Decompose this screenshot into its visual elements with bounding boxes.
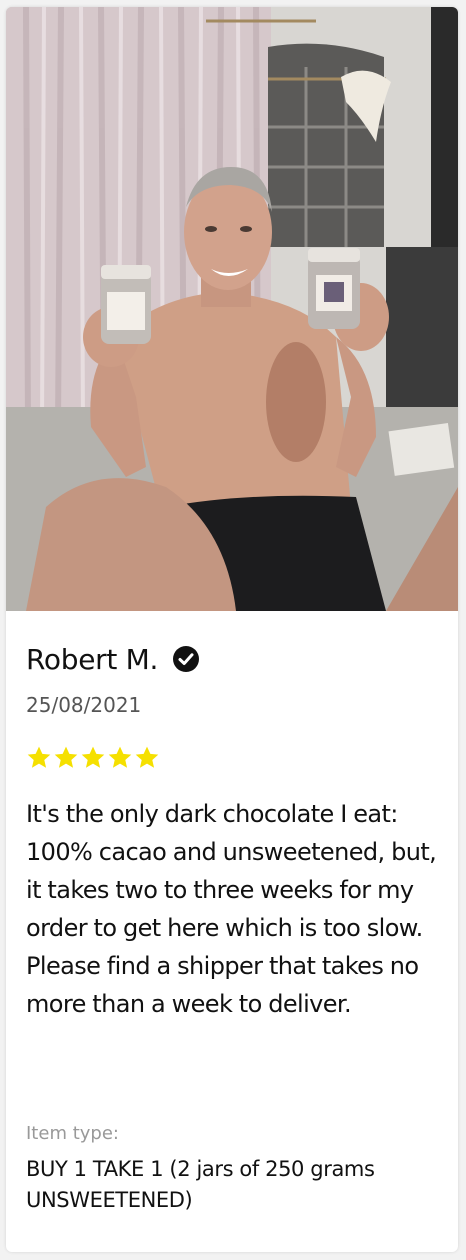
review-card: Robert M. 25/08/2021 It's the only dark … — [6, 7, 458, 1252]
review-text: It's the only dark chocolate I eat: 100%… — [26, 800, 443, 1018]
star-icon — [108, 746, 132, 768]
star-icon — [27, 746, 51, 768]
item-type-label: Item type: — [26, 1123, 119, 1144]
star-rating — [26, 745, 160, 771]
item-type-value: BUY 1 TAKE 1 (2 jars of 250 grams UNSWEE… — [26, 1157, 375, 1212]
reviewer-row: Robert M. — [26, 639, 200, 679]
review-date: 25/08/2021 — [26, 693, 142, 717]
review-photo[interactable] — [6, 7, 458, 611]
star-icon — [54, 746, 78, 768]
star-icon — [81, 746, 105, 768]
star-icon — [135, 746, 159, 768]
reviewer-name: Robert M. — [26, 642, 159, 676]
verified-check-icon — [172, 645, 200, 673]
